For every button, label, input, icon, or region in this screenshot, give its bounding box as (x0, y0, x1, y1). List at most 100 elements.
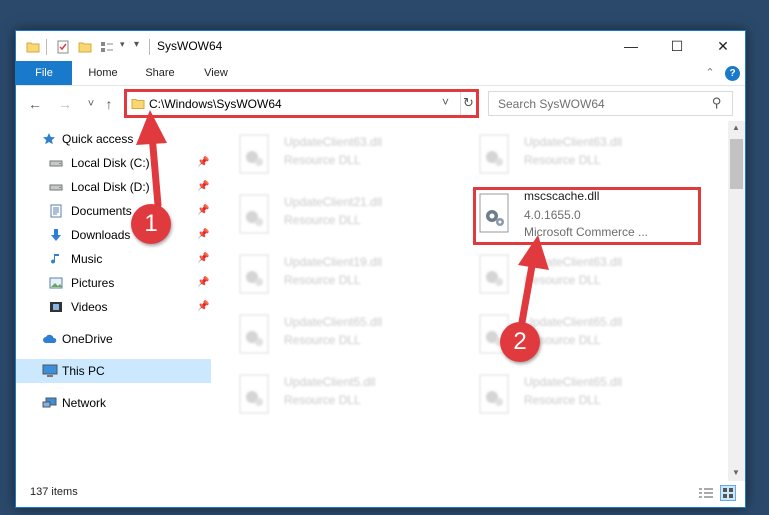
dll-file-icon (479, 374, 509, 414)
sidebar-item-label: Local Disk (D:) (71, 180, 150, 194)
sidebar-item-label: OneDrive (62, 332, 113, 346)
scroll-up-icon[interactable]: ▲ (732, 123, 740, 132)
dll-file-icon (239, 254, 269, 294)
dll-file-icon (239, 374, 269, 414)
navigation-pane: Quick access Local Disk (C:) 📌 Local Dis… (16, 121, 211, 481)
file-item[interactable]: UpdateClient21.dll Resource DLL (214, 189, 444, 237)
title-bar: ▾ ▾ SysWOW64 — ☐ ✕ (16, 31, 745, 61)
search-box[interactable]: Search SysWOW64 ⚲ (488, 91, 733, 116)
sidebar-item-pictures[interactable]: Pictures 📌 (16, 271, 211, 295)
sidebar-item-music[interactable]: Music 📌 (16, 247, 211, 271)
close-button[interactable]: ✕ (700, 31, 745, 61)
pin-icon[interactable]: 📌 (197, 247, 209, 271)
window-title: SysWOW64 (157, 39, 223, 53)
file-name: UpdateClient65.dll (524, 315, 623, 329)
file-description: Resource DLL (284, 333, 361, 347)
dll-file-icon (479, 134, 509, 174)
tab-file[interactable]: File (16, 61, 72, 85)
file-item[interactable]: UpdateClient65.dll Resource DLL (454, 309, 684, 357)
maximize-button[interactable]: ☐ (654, 31, 700, 61)
file-description: Resource DLL (284, 153, 361, 167)
file-item[interactable]: UpdateClient63.dll Resource DLL (454, 129, 684, 177)
search-icon[interactable]: ⚲ (712, 95, 722, 111)
help-icon[interactable]: ? (725, 66, 740, 81)
pin-icon[interactable]: 📌 (197, 199, 209, 223)
item-count: 137 items (30, 486, 78, 498)
large-icons-view-icon[interactable] (720, 485, 736, 501)
sidebar-item-this-pc[interactable]: This PC (16, 359, 211, 383)
tab-home[interactable]: Home (78, 61, 128, 85)
file-description: Resource DLL (284, 213, 361, 227)
qat-customize-icon[interactable]: ▾ (134, 39, 139, 55)
file-name: UpdateClient65.dll (284, 315, 383, 329)
dll-file-icon (239, 314, 269, 354)
properties-icon[interactable] (56, 39, 70, 55)
cloud-icon (43, 334, 57, 343)
up-button[interactable]: ↑ (100, 95, 118, 113)
file-item[interactable]: UpdateClient63.dll Resource DLL (454, 249, 684, 297)
sidebar-item-videos[interactable]: Videos 📌 (16, 295, 211, 319)
sidebar-item-label: Pictures (71, 276, 115, 290)
details-view-icon[interactable] (698, 486, 714, 500)
pin-icon[interactable]: 📌 (197, 175, 209, 199)
pin-icon[interactable]: 📌 (197, 151, 209, 175)
sidebar-item-label: Network (62, 396, 107, 410)
drive-icon (49, 184, 63, 191)
vertical-scrollbar[interactable]: ▲ ▼ (728, 121, 745, 481)
tab-share[interactable]: Share (135, 61, 185, 85)
dll-file-icon (239, 134, 269, 174)
sidebar-item-label: This PC (62, 364, 105, 378)
downloads-icon (51, 229, 61, 241)
file-item[interactable]: UpdateClient65.dll Resource DLL (454, 369, 684, 417)
collapse-ribbon-icon[interactable]: ⌃ (702, 61, 718, 85)
file-name: UpdateClient63.dll (524, 135, 623, 149)
sidebar-item-onedrive[interactable]: OneDrive (16, 327, 211, 351)
sidebar-item-documents[interactable]: Documents 📌 (16, 199, 211, 223)
file-name: UpdateClient19.dll (284, 255, 383, 269)
new-folder-icon[interactable] (78, 39, 92, 55)
pin-icon[interactable]: 📌 (197, 271, 209, 295)
search-placeholder[interactable]: Search SysWOW64 (498, 97, 605, 111)
sidebar-item-local-disk-d[interactable]: Local Disk (D:) 📌 (16, 175, 211, 199)
file-name: UpdateClient63.dll (524, 255, 623, 269)
dll-file-icon (479, 254, 509, 294)
drive-icon (49, 160, 63, 167)
scrollbar-thumb[interactable] (730, 139, 743, 189)
file-description: Resource DLL (524, 153, 601, 167)
music-icon (51, 254, 59, 264)
file-item[interactable]: UpdateClient19.dll Resource DLL (214, 249, 444, 297)
qat-dropdown-icon[interactable]: ▾ (120, 39, 125, 55)
recent-locations-button[interactable]: ˅ (82, 95, 100, 113)
sidebar-item-quick-access[interactable]: Quick access (16, 127, 211, 151)
file-description: Resource DLL (524, 273, 601, 287)
file-item[interactable]: UpdateClient65.dll Resource DLL (214, 309, 444, 357)
sidebar-item-network[interactable]: Network (16, 391, 211, 415)
explorer-window: ▾ ▾ SysWOW64 — ☐ ✕ File Home Share View … (15, 30, 746, 508)
file-item[interactable]: UpdateClient63.dll Resource DLL (214, 129, 444, 177)
file-description: Resource DLL (284, 273, 361, 287)
status-bar: 137 items (16, 481, 745, 507)
folder-icon (26, 42, 40, 53)
tab-view[interactable]: View (191, 61, 241, 85)
file-list: UpdateClient63.dll Resource DLL UpdateCl… (214, 121, 726, 481)
sidebar-item-downloads[interactable]: Downloads 📌 (16, 223, 211, 247)
forward-button[interactable]: → (56, 95, 74, 113)
step-2-badge: 2 (500, 322, 540, 362)
file-item[interactable]: UpdateClient5.dll Resource DLL (214, 369, 444, 417)
file-name: UpdateClient5.dll (284, 375, 376, 389)
address-highlight-box (124, 89, 479, 118)
sidebar-item-label: Videos (71, 300, 108, 314)
file-name: UpdateClient63.dll (284, 135, 383, 149)
computer-icon (42, 364, 58, 377)
customize-toolbar-icon[interactable] (100, 39, 116, 55)
minimize-button[interactable]: — (608, 31, 654, 61)
back-button[interactable]: ← (26, 95, 44, 113)
network-icon (42, 397, 57, 408)
sidebar-item-local-disk-c[interactable]: Local Disk (C:) 📌 (16, 151, 211, 175)
pin-icon[interactable]: 📌 (197, 223, 209, 247)
file-name: UpdateClient65.dll (524, 375, 623, 389)
scroll-down-icon[interactable]: ▼ (732, 468, 740, 477)
pin-icon[interactable]: 📌 (197, 295, 209, 319)
videos-icon (50, 302, 62, 312)
dll-file-icon (239, 194, 269, 234)
